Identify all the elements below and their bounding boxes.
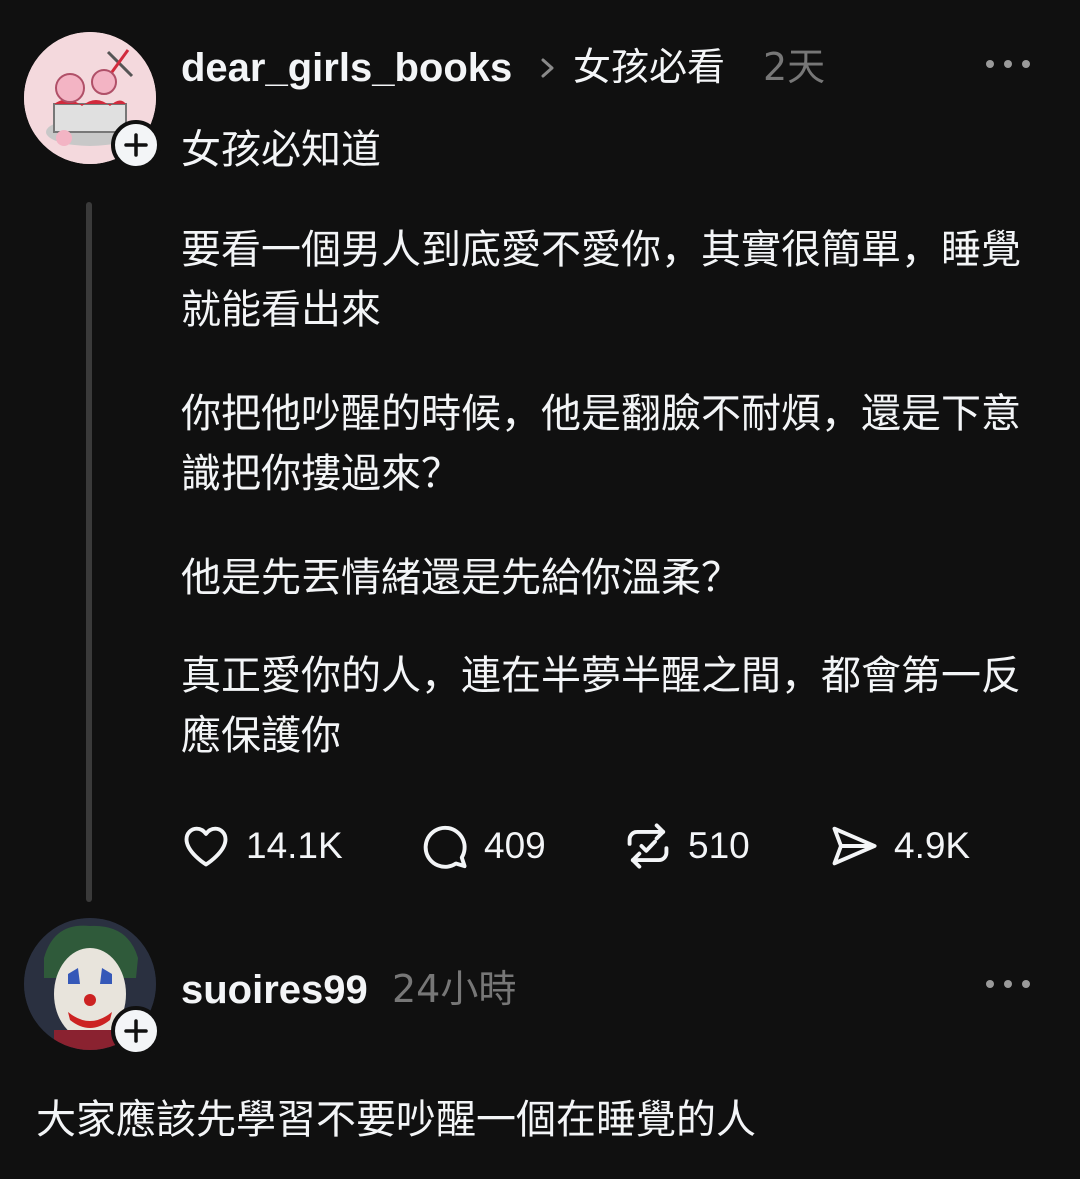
post-username[interactable]: dear_girls_books bbox=[181, 44, 512, 92]
repost-button[interactable]: 510 bbox=[622, 818, 750, 874]
post-paragraph: 真正愛你的人，連在半夢半醒之間，都會第一反應保護你 bbox=[181, 653, 1021, 759]
post-subtitle: 女孩必知道 bbox=[181, 127, 381, 173]
post-more-button[interactable] bbox=[986, 54, 1030, 74]
plus-icon bbox=[124, 133, 148, 157]
more-icon-dot bbox=[986, 980, 994, 988]
reply-button[interactable]: 409 bbox=[418, 818, 546, 874]
post-action-bar: 14.1K 409 510 4.9K bbox=[180, 818, 1040, 874]
post-paragraph: 他是先丟情緒還是先給你溫柔？ bbox=[181, 555, 741, 601]
chevron-right-icon bbox=[541, 58, 554, 78]
more-icon-dot bbox=[986, 60, 994, 68]
reply-username[interactable]: suoires99 bbox=[181, 966, 368, 1014]
more-icon-dot bbox=[1022, 60, 1030, 68]
comment-icon bbox=[423, 825, 467, 869]
threads-screen: dear_girls_books 女孩必看 2天 女孩必知道 要看一個男人到底愛… bbox=[0, 0, 1080, 1179]
follow-button[interactable] bbox=[111, 120, 161, 170]
thread-connector-line bbox=[86, 202, 92, 902]
reply-timestamp: 24小時 bbox=[392, 967, 517, 1011]
repost-icon bbox=[627, 823, 669, 869]
post-topic-tag[interactable]: 女孩必看 bbox=[573, 42, 725, 92]
post-paragraph: 你把他吵醒的時候，他是翻臉不耐煩，還是下意識把你摟過來？ bbox=[181, 391, 1021, 497]
send-icon bbox=[832, 826, 877, 866]
repost-count: 510 bbox=[688, 825, 750, 866]
share-button[interactable]: 4.9K bbox=[828, 818, 970, 874]
more-icon-dot bbox=[1004, 60, 1012, 68]
more-icon-dot bbox=[1022, 980, 1030, 988]
like-button[interactable]: 14.1K bbox=[180, 818, 343, 874]
like-count: 14.1K bbox=[246, 825, 343, 866]
reply-count: 409 bbox=[484, 825, 546, 866]
heart-icon bbox=[184, 826, 228, 867]
post-timestamp: 2天 bbox=[763, 45, 826, 89]
reply-text: 大家應該先學習不要吵醒一個在睡覺的人 bbox=[36, 1097, 756, 1143]
plus-icon bbox=[124, 1019, 148, 1043]
follow-button[interactable] bbox=[111, 1006, 161, 1056]
post-paragraph: 要看一個男人到底愛不愛你，其實很簡單，睡覺就能看出來 bbox=[181, 227, 1021, 333]
reply-more-button[interactable] bbox=[986, 974, 1030, 994]
more-icon-dot bbox=[1004, 980, 1012, 988]
share-count: 4.9K bbox=[894, 825, 971, 866]
